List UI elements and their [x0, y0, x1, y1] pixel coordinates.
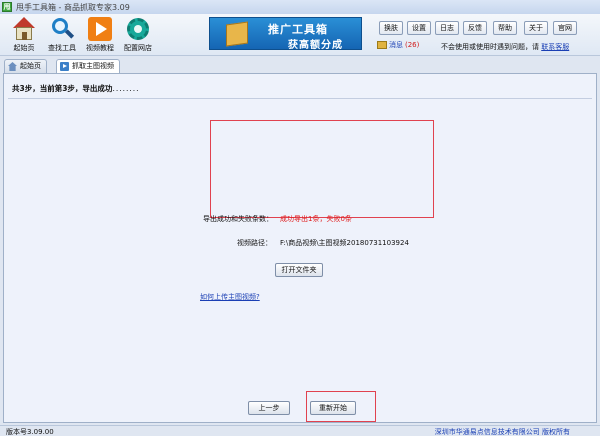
search-icon — [50, 17, 75, 41]
toolbar-config-store-label: 配置网店 — [124, 44, 152, 52]
toolbar-video-tutorial-label: 视频教程 — [86, 44, 114, 52]
help-notice-text: 不会使用或使用时遇到问题，请 — [441, 43, 539, 51]
tab-start-page-label: 起始页 — [20, 62, 41, 70]
tab-bar: 起始页 抓取主图视频 — [0, 57, 600, 74]
video-path-label: 视频路径： — [237, 239, 272, 247]
video-icon — [60, 62, 69, 71]
contact-support-link[interactable]: 联系客服 — [541, 43, 569, 51]
gear-icon — [126, 17, 150, 41]
home-icon — [12, 17, 36, 41]
copyright-text: 深圳市华通易点信息技术有限公司 版权所有 — [434, 428, 570, 436]
toolbar-home-label: 起始页 — [13, 44, 35, 52]
banner-line2: 获高额分成 — [288, 40, 343, 51]
toolbar-video-tutorial-button[interactable]: 视频教程 — [80, 17, 120, 55]
result-count-value: 成功导出1条，失败0条 — [280, 215, 352, 223]
result-highlight-frame — [210, 120, 434, 218]
step-text: 共3步，当前第3步，导出成功 — [12, 84, 113, 93]
window-title: 甩手工具箱 - 商品抓取专家3.09 — [16, 2, 130, 12]
website-button[interactable]: 官网 — [553, 21, 577, 35]
step-dots: ........ — [112, 84, 140, 93]
messages-count: (26) — [405, 41, 420, 49]
status-bar: 版本号3.09.00 深圳市华通易点信息技术有限公司 版权所有 — [0, 425, 600, 436]
help-button[interactable]: 帮助 — [493, 21, 517, 35]
toolbar-config-store-button[interactable]: 配置网店 — [118, 17, 158, 55]
about-button[interactable]: 关于 — [524, 21, 548, 35]
video-play-icon — [88, 17, 112, 41]
help-notice: 不会使用或使用时遇到问题，请 联系客服 — [441, 42, 569, 52]
tab-grab-main-video-label: 抓取主图视频 — [72, 62, 114, 70]
banner-line1: 推广工具箱 — [268, 23, 328, 36]
settings-button[interactable]: 设置 — [407, 21, 431, 35]
toolbar-home-button[interactable]: 起始页 — [4, 17, 44, 55]
feedback-button[interactable]: 反馈 — [463, 21, 487, 35]
log-button[interactable]: 日志 — [435, 21, 459, 35]
how-to-upload-link[interactable]: 如何上传主图视频? — [200, 292, 260, 302]
app-icon: 甩 — [2, 2, 12, 12]
toolbar-find-tools-label: 查找工具 — [48, 44, 76, 52]
gift-box-icon — [226, 21, 248, 47]
video-path-value: F:\商品视频\主图视频20180731103924 — [280, 239, 409, 247]
step-indicator: 共3步，当前第3步，导出成功........ — [12, 83, 140, 94]
version-text: 版本号3.09.00 — [6, 428, 54, 436]
title-bar: 甩 甩手工具箱 - 商品抓取专家3.09 — [0, 0, 600, 14]
open-folder-button[interactable]: 打开文件夹 — [275, 263, 323, 277]
messages-link[interactable]: 消息 (26) — [377, 39, 419, 51]
tab-grab-main-video[interactable]: 抓取主图视频 — [56, 59, 120, 74]
home-icon — [8, 62, 17, 71]
promo-banner[interactable]: 推广工具箱 获高额分成 — [209, 17, 362, 51]
envelope-icon — [377, 41, 387, 49]
skin-button[interactable]: 换肤 — [379, 21, 403, 35]
messages-label: 消息 — [389, 41, 403, 49]
toolbar-find-tools-button[interactable]: 查找工具 — [42, 17, 82, 55]
tab-start-page[interactable]: 起始页 — [4, 59, 47, 73]
restart-button[interactable]: 重新开始 — [310, 401, 356, 415]
result-count-label: 导出成功和失败条数： — [203, 215, 273, 223]
previous-step-button[interactable]: 上一步 — [248, 401, 290, 415]
divider — [8, 98, 592, 99]
